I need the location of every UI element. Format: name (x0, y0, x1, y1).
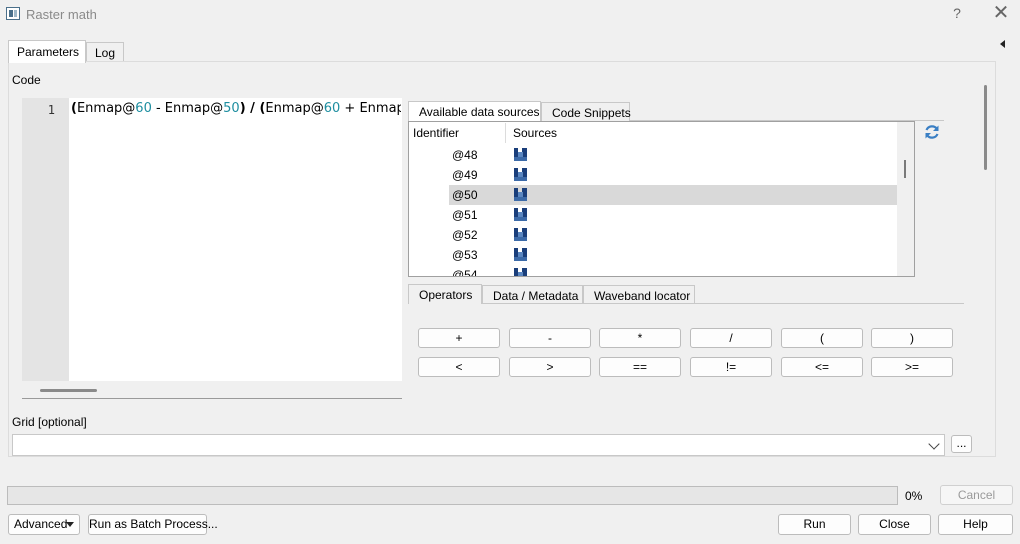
code-token: - Enmap@ (151, 101, 224, 116)
operator-equal-button[interactable]: == (599, 357, 681, 377)
operator-greater-equal-button[interactable]: >= (871, 357, 953, 377)
cancel-button[interactable]: Cancel (940, 485, 1013, 505)
grid-browse-button[interactable]: ... (951, 435, 972, 453)
code-editor[interactable] (22, 98, 402, 381)
close-button[interactable]: Close (858, 514, 931, 535)
progress-percent: 0% (905, 489, 923, 503)
raster-icon (514, 148, 527, 161)
tab-parameters[interactable]: Parameters (8, 40, 86, 63)
source-row[interactable]: @53 (449, 245, 897, 265)
source-row[interactable]: @52 (449, 225, 897, 245)
progress-bar (7, 486, 898, 505)
editor-scroll-thumb[interactable] (40, 389, 97, 392)
source-identifier: @52 (452, 228, 478, 242)
operator-open-paren-button[interactable]: ( (781, 328, 863, 348)
raster-icon (514, 268, 527, 276)
source-row[interactable]: @50 (449, 185, 897, 205)
title-bar (0, 0, 1020, 28)
window-title: Raster math (26, 7, 97, 22)
collapse-arrow-icon[interactable] (1000, 40, 1005, 48)
tab-data-metadata[interactable]: Data / Metadata (482, 285, 583, 303)
code-token: 60 (135, 101, 152, 116)
operator-plus-button[interactable]: + (418, 328, 500, 348)
source-row[interactable]: @51 (449, 205, 897, 225)
code-label: Code (12, 73, 41, 87)
tab-code-snippets[interactable]: Code Snippets (541, 102, 631, 121)
refresh-icon[interactable] (923, 123, 941, 141)
advanced-dropdown-button[interactable]: Advanced (8, 514, 80, 535)
sources-rows-viewport: @48 @49 @50 @51 @52 @53 @54 (409, 145, 897, 276)
help-icon[interactable]: ? (948, 5, 966, 23)
code-token: Enmap@ (76, 101, 136, 116)
raster-icon (514, 168, 527, 181)
line-number: 1 (47, 103, 55, 117)
sources-vertical-scrollbar[interactable] (897, 122, 914, 276)
source-identifier: @51 (452, 208, 478, 222)
source-row[interactable]: @49 (449, 165, 897, 185)
operator-multiply-button[interactable]: * (599, 328, 681, 348)
code-token: + Enmap (340, 101, 401, 116)
code-line[interactable]: (Enmap@60 - Enmap@50) / (Enmap@60 + Enma… (71, 101, 401, 116)
operator-divide-button[interactable]: / (690, 328, 772, 348)
source-identifier: @53 (452, 248, 478, 262)
source-identifier: @54 (452, 268, 478, 276)
tab-operators[interactable]: Operators (408, 284, 482, 304)
source-identifier: @50 (452, 188, 478, 202)
operator-greater-than-button[interactable]: > (509, 357, 591, 377)
column-header-sources[interactable]: Sources (513, 126, 557, 140)
source-row[interactable]: @54 (449, 265, 897, 276)
dropdown-arrow-icon (66, 522, 74, 527)
help-button[interactable]: Help (938, 514, 1013, 535)
operator-close-paren-button[interactable]: ) (871, 328, 953, 348)
panel-scroll-thumb[interactable] (984, 85, 987, 170)
sources-scroll-thumb[interactable] (904, 160, 906, 178)
run-button[interactable]: Run (778, 514, 851, 535)
raster-icon (514, 208, 527, 221)
raster-icon (514, 248, 527, 261)
grid-combobox[interactable] (12, 434, 945, 456)
raster-icon (514, 228, 527, 241)
advanced-label: Advanced (14, 517, 68, 531)
column-separator (505, 123, 506, 143)
operator-not-equal-button[interactable]: != (690, 357, 772, 377)
close-icon[interactable]: ✕ (990, 2, 1012, 24)
app-icon (6, 7, 20, 20)
operators-tab-divider (408, 303, 964, 304)
code-token: Enmap@ (265, 101, 324, 116)
tab-waveband-locator[interactable]: Waveband locator (583, 285, 695, 303)
operator-less-than-button[interactable]: < (418, 357, 500, 377)
run-as-batch-button[interactable]: Run as Batch Process... (88, 514, 218, 535)
source-identifier: @48 (452, 148, 478, 162)
code-token: 50 (223, 101, 240, 116)
line-number-gutter (22, 98, 69, 381)
code-token: / (245, 101, 260, 116)
tab-available-data-sources[interactable]: Available data sources (408, 101, 541, 121)
column-header-identifier[interactable]: Identifier (413, 126, 459, 140)
raster-icon (514, 188, 527, 201)
source-row[interactable]: @48 (449, 145, 897, 165)
operator-minus-button[interactable]: - (509, 328, 591, 348)
operator-less-equal-button[interactable]: <= (781, 357, 863, 377)
source-identifier: @49 (452, 168, 478, 182)
grid-label: Grid [optional] (12, 415, 87, 429)
code-token: 60 (323, 101, 341, 116)
tab-log[interactable]: Log (86, 42, 124, 61)
